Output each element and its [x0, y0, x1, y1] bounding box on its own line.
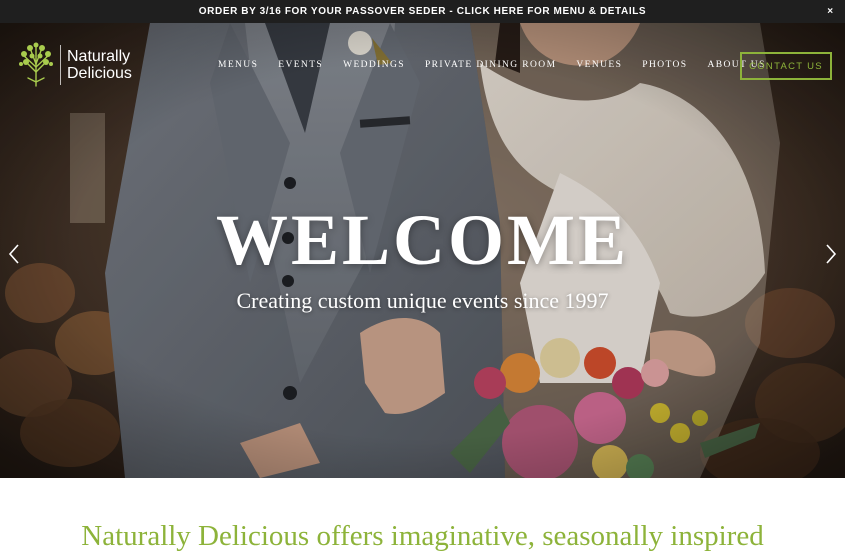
nav-weddings[interactable]: WEDDINGS: [343, 60, 405, 70]
site-logo[interactable]: Naturally Delicious: [16, 42, 132, 88]
logo-line-2: Delicious: [67, 65, 132, 82]
hero-title: WELCOME: [215, 200, 630, 280]
logo-divider: [60, 45, 61, 85]
nav-venues[interactable]: VENUES: [576, 60, 622, 70]
nav-events[interactable]: EVENTS: [278, 60, 323, 70]
main-nav: MENUS EVENTS WEDDINGS PRIVATE DINING ROO…: [208, 60, 776, 70]
announcement-text[interactable]: ORDER BY 3/16 FOR YOUR PASSOVER SEDER - …: [199, 6, 646, 17]
nav-menus[interactable]: MENUS: [218, 60, 258, 70]
nav-photos[interactable]: PHOTOS: [642, 60, 687, 70]
tree-icon: [19, 42, 53, 87]
announcement-bar[interactable]: ORDER BY 3/16 FOR YOUR PASSOVER SEDER - …: [0, 0, 845, 23]
nav-private-dining-room[interactable]: PRIVATE DINING ROOM: [425, 60, 556, 70]
hero-subtitle: Creating custom unique events since 1997: [236, 288, 609, 313]
logo-line-1: Naturally: [67, 48, 131, 65]
contact-us-button[interactable]: CONTACT US: [740, 52, 832, 80]
hero-slider: Naturally Delicious MENUS EVENTS WEDDING…: [0, 23, 845, 478]
close-icon[interactable]: ×: [824, 5, 837, 18]
intro-text: Naturally Delicious offers imaginative, …: [81, 520, 764, 552]
logo-text: Naturally Delicious: [67, 48, 132, 82]
